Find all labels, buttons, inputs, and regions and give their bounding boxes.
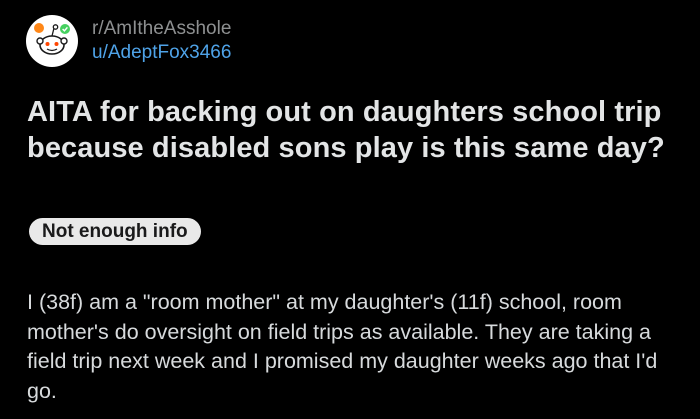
post-body: I (38f) am a "room mother" at my daughte… (27, 290, 658, 403)
author-link[interactable]: u/AdeptFox3466 (92, 41, 231, 65)
post-flair[interactable]: Not enough info (29, 218, 201, 245)
snoo-icon (34, 23, 70, 55)
post-meta: r/AmItheAsshole u/AdeptFox3466 (92, 17, 231, 65)
post-header: r/AmItheAsshole u/AdeptFox3466 (26, 14, 231, 68)
post-title: AITA for backing out on daughters school… (27, 96, 665, 164)
snoo-avatar-icon[interactable] (26, 15, 78, 67)
subreddit-link[interactable]: r/AmItheAsshole (92, 17, 231, 41)
